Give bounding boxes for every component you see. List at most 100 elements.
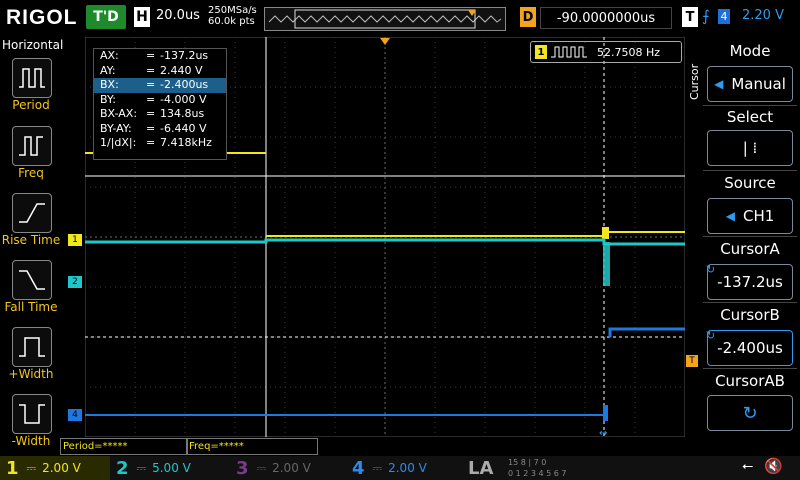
ch4-number: 4 xyxy=(352,457,365,479)
positive-width-label: +Width xyxy=(8,367,54,381)
fall-time-label: Fall Time xyxy=(4,300,58,314)
cursor-row-ay: AY: = 2.440 V xyxy=(100,63,203,77)
cursor-b-value: -2.400us xyxy=(717,339,783,357)
cursor-ab-label: CursorAB xyxy=(715,372,785,390)
rigol-logo: RIGOL xyxy=(6,6,78,29)
freq-button[interactable] xyxy=(12,126,52,166)
positive-width-icon xyxy=(19,337,45,357)
usb-icon: ⭠ xyxy=(742,458,754,474)
sample-rate-info: 250MSa/s 60.0k pts xyxy=(208,5,257,27)
mode-value: Manual xyxy=(731,75,786,93)
negative-width-button[interactable] xyxy=(12,394,52,434)
positive-width-button[interactable] xyxy=(12,327,52,367)
timebase-value[interactable]: 20.0us xyxy=(156,8,200,23)
fall-time-icon xyxy=(19,270,45,290)
cursor-row-by-ay: BY-AY: = -6.440 V xyxy=(100,121,207,135)
menu-divider xyxy=(703,302,797,303)
cursor-a-label: CursorA xyxy=(720,240,780,258)
ch2-scale: 5.00 V xyxy=(152,461,191,475)
speaker-mute-icon[interactable]: 🔇 xyxy=(764,457,783,475)
menu-divider xyxy=(703,105,797,106)
trigger-level-value[interactable]: 2.20 V xyxy=(742,8,784,23)
rising-edge-icon: ⨍ xyxy=(702,7,710,25)
cursor-a-button[interactable]: -137.2us xyxy=(707,264,793,300)
delay-value[interactable]: -90.0000000us xyxy=(540,7,672,29)
horizontal-badge: H xyxy=(134,7,150,27)
menu-divider xyxy=(703,236,797,237)
run-state-badge[interactable]: T'D xyxy=(86,5,126,29)
cursor-ab-button[interactable]: ↻ xyxy=(707,395,793,431)
la-bits-high: 15 8 | 7 0 xyxy=(508,458,547,467)
source-value: CH1 xyxy=(742,207,775,225)
period-result: Period=***** xyxy=(60,438,188,455)
ch1-marker[interactable]: 1 xyxy=(68,234,82,246)
ch4-status[interactable]: 4 ⎓ 2.00 V xyxy=(352,456,464,480)
cursor-b-button[interactable]: -2.400us xyxy=(707,330,793,366)
freq-channel-chip: 1 xyxy=(535,45,547,59)
source-label: Source xyxy=(724,174,776,192)
cursor-row-ax: AX: = -137.2us xyxy=(100,49,209,62)
fall-time-button[interactable] xyxy=(12,260,52,300)
trigger-source-badge: 4 xyxy=(718,9,730,24)
period-button[interactable] xyxy=(12,58,52,98)
dc-coupling-icon: ⎓ xyxy=(372,460,383,475)
rotate-knob-icon: ↻ xyxy=(706,329,716,342)
negative-width-label: -Width xyxy=(11,434,51,448)
la-label: LA xyxy=(468,457,494,479)
svg-text:↔: ↔ xyxy=(599,428,607,437)
memory-depth: 60.0k pts xyxy=(208,16,255,27)
memory-overview-strip xyxy=(264,7,506,31)
period-icon xyxy=(19,68,45,88)
rise-time-label: Rise Time xyxy=(1,233,61,247)
freq-result: Freq=***** xyxy=(186,438,318,455)
pulse-icon xyxy=(551,46,587,58)
dc-coupling-icon: ⎓ xyxy=(26,460,37,475)
rotate-knob-icon: ↻ xyxy=(742,402,758,424)
trigger-level-marker[interactable]: T xyxy=(686,355,698,367)
left-arrow-icon: ◀ xyxy=(725,209,735,223)
la-status[interactable]: LA xyxy=(468,456,504,480)
select-label: Select xyxy=(726,108,774,126)
ch3-scale: 2.00 V xyxy=(272,461,311,475)
frequency-value: 52.7508 Hz xyxy=(597,45,661,59)
menu-divider xyxy=(703,170,797,171)
ch3-status[interactable]: 3 ⎓ 2.00 V xyxy=(236,456,348,480)
ch4-scale: 2.00 V xyxy=(388,461,427,475)
ch1-scale: 2.00 V xyxy=(42,461,81,475)
rise-time-button[interactable] xyxy=(12,193,52,233)
cursor-a-value: -137.2us xyxy=(717,273,783,291)
period-label: Period xyxy=(12,98,50,112)
sample-rate: 250MSa/s xyxy=(208,5,257,16)
cursor-row-bx: BX: = -2.400us xyxy=(94,78,226,93)
memory-waveform-icon xyxy=(268,9,502,29)
cursor-row-inv-dx: 1/|dX|: = 7.418kHz xyxy=(100,136,212,149)
top-status-bar: RIGOL T'D H 20.0us 250MSa/s 60.0k pts D … xyxy=(0,0,800,36)
ch4-marker[interactable]: 4 xyxy=(68,409,82,421)
menu-divider xyxy=(703,368,797,369)
negative-width-icon xyxy=(19,404,45,424)
left-menu-title: Horizontal xyxy=(2,38,64,52)
rise-time-icon xyxy=(19,203,45,223)
freq-icon xyxy=(19,136,43,156)
ch2-status[interactable]: 2 ⎓ 5.00 V xyxy=(116,456,228,480)
ch2-marker[interactable]: 2 xyxy=(68,276,82,288)
mode-button[interactable]: ◀ Manual xyxy=(707,66,793,102)
frequency-counter[interactable]: 1 52.7508 Hz xyxy=(530,41,682,63)
select-button[interactable]: | ⁞ xyxy=(707,130,793,166)
cursor-row-by: BY: = -4.000 V xyxy=(100,92,207,106)
source-button[interactable]: ◀ CH1 xyxy=(707,198,793,234)
mode-label: Mode xyxy=(729,42,771,60)
ch2-number: 2 xyxy=(116,457,129,479)
cursor-readout-table: AX: = -137.2us AY: = 2.440 V BX: = -2.400us BY… xyxy=(93,48,227,160)
cursor-b-label: CursorB xyxy=(720,306,780,324)
la-bit-indicators: 15 8 | 7 0 0 1 2 3 4 5 6 7 xyxy=(508,457,600,479)
delay-badge: D xyxy=(520,7,536,27)
cursor-row-bx-ax: BX-AX: = 134.8us xyxy=(100,107,205,120)
la-bits-low: 0 1 2 3 4 5 6 7 xyxy=(508,469,567,478)
dc-coupling-icon: ⎓ xyxy=(256,460,267,475)
trigger-badge: T xyxy=(682,7,698,27)
left-arrow-icon: ◀ xyxy=(714,77,724,91)
ch1-status[interactable]: 1 ⎓ 2.00 V xyxy=(0,456,110,480)
ch3-number: 3 xyxy=(236,457,249,479)
dc-coupling-icon: ⎓ xyxy=(136,460,147,475)
